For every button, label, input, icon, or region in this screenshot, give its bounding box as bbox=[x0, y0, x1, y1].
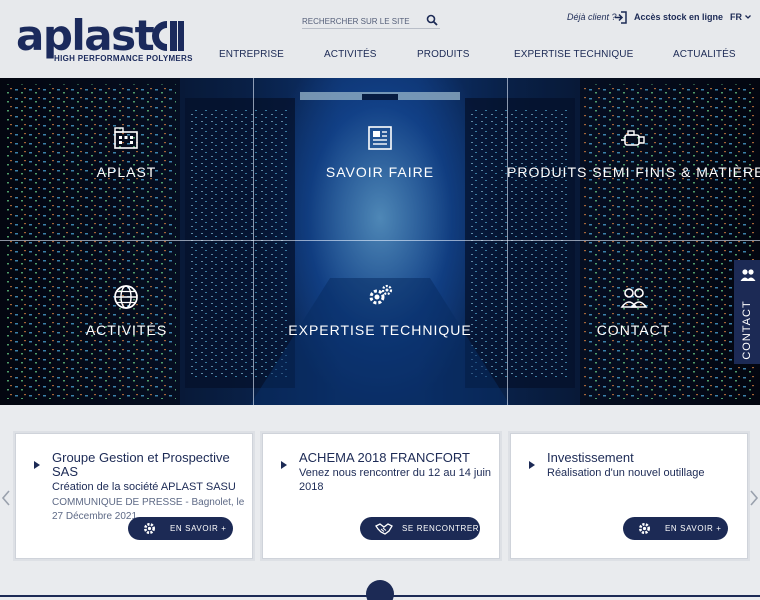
logo-tagline: HIGH PERFORMANCE POLYMERS bbox=[54, 54, 193, 63]
gears-icon bbox=[369, 284, 393, 305]
scroll-emblem-icon[interactable] bbox=[366, 580, 394, 600]
meet-label: SE RENCONTRER bbox=[402, 524, 480, 533]
tile-contact[interactable]: CONTACT bbox=[507, 322, 760, 338]
meet-button[interactable]: SE RENCONTRER bbox=[360, 517, 480, 540]
login-icon[interactable] bbox=[614, 11, 628, 24]
news-title[interactable]: ACHEMA 2018 FRANCFORT bbox=[299, 451, 495, 465]
people-icon bbox=[740, 269, 756, 281]
read-more-label: EN SAVOIR + bbox=[170, 524, 227, 533]
client-prompt: Déjà client ? bbox=[567, 12, 617, 22]
gear-icon bbox=[639, 523, 650, 534]
stock-online-link[interactable]: Accès stock en ligne bbox=[634, 12, 723, 22]
read-more-label: EN SAVOIR + bbox=[665, 524, 722, 533]
news-card: ACHEMA 2018 FRANCFORT Venez nous rencont… bbox=[262, 433, 500, 559]
hero-banner: APLAST SAVOIR FAIRE PRODUITS SEMI FINIS … bbox=[0, 78, 760, 405]
news-card: Groupe Gestion et Prospective SAS Créati… bbox=[15, 433, 253, 559]
news-title[interactable]: Groupe Gestion et Prospective SAS bbox=[52, 451, 248, 479]
aplast-logo[interactable]: aplast HIGH PERFORMANCE POLYMERS bbox=[16, 11, 192, 64]
gear-icon bbox=[144, 523, 155, 534]
globe-icon bbox=[114, 285, 138, 309]
people-icon bbox=[620, 288, 648, 308]
news-subtitle: Création de la société APLAST SASU bbox=[52, 481, 236, 493]
logo-wordmark: aplast bbox=[16, 11, 155, 60]
chevron-right-icon[interactable] bbox=[749, 489, 759, 507]
nav-expertise-technique[interactable]: EXPERTISE TECHNIQUE bbox=[514, 49, 633, 60]
extruder-icon bbox=[621, 130, 645, 146]
logo-mark-icon bbox=[152, 21, 184, 51]
nav-entreprise[interactable]: ENTREPRISE bbox=[219, 49, 284, 60]
tile-expertise-technique[interactable]: EXPERTISE TECHNIQUE bbox=[253, 322, 507, 338]
chevron-down-icon[interactable] bbox=[744, 13, 752, 21]
read-more-button[interactable]: EN SAVOIR + bbox=[128, 517, 233, 540]
bullet-icon bbox=[281, 461, 287, 469]
tile-produits-semi-finis[interactable]: PRODUITS SEMI FINIS & MATIÈRES bbox=[507, 164, 760, 180]
contact-side-tab[interactable]: CONTACT bbox=[734, 260, 760, 364]
news-subtitle: Réalisation d'un nouvel outillage bbox=[547, 467, 705, 479]
bullet-icon bbox=[34, 461, 40, 469]
read-more-button[interactable]: EN SAVOIR + bbox=[623, 517, 728, 540]
nav-actualites[interactable]: ACTUALITÉS bbox=[673, 49, 736, 60]
language-selector[interactable]: FR bbox=[730, 12, 742, 22]
tile-aplast[interactable]: APLAST bbox=[0, 164, 253, 180]
site-search bbox=[302, 11, 440, 31]
news-card: Investissement Réalisation d'un nouvel o… bbox=[510, 433, 748, 559]
tile-activites[interactable]: ACTIVITÉS bbox=[0, 322, 253, 338]
tile-divider bbox=[507, 78, 508, 405]
news-title[interactable]: Investissement bbox=[547, 451, 743, 465]
document-icon bbox=[368, 126, 392, 150]
building-icon bbox=[114, 127, 138, 149]
nav-activites[interactable]: ACTIVITÉS bbox=[324, 49, 377, 60]
chevron-left-icon[interactable] bbox=[1, 489, 11, 507]
contact-tab-label: CONTACT bbox=[741, 300, 753, 360]
bullet-icon bbox=[529, 461, 535, 469]
tile-divider bbox=[0, 240, 760, 241]
news-section: Groupe Gestion et Prospective SAS Créati… bbox=[0, 405, 760, 600]
tile-savoir-faire[interactable]: SAVOIR FAIRE bbox=[253, 164, 507, 180]
search-input[interactable] bbox=[302, 12, 420, 31]
site-header: aplast HIGH PERFORMANCE POLYMERS Déjà cl… bbox=[0, 0, 760, 78]
news-subtitle: Venez nous rencontrer du 12 au 14 juin 2… bbox=[299, 467, 492, 493]
nav-produits[interactable]: PRODUITS bbox=[417, 49, 469, 60]
search-icon[interactable] bbox=[426, 14, 438, 26]
handshake-icon bbox=[375, 523, 393, 535]
tile-divider bbox=[253, 78, 254, 405]
